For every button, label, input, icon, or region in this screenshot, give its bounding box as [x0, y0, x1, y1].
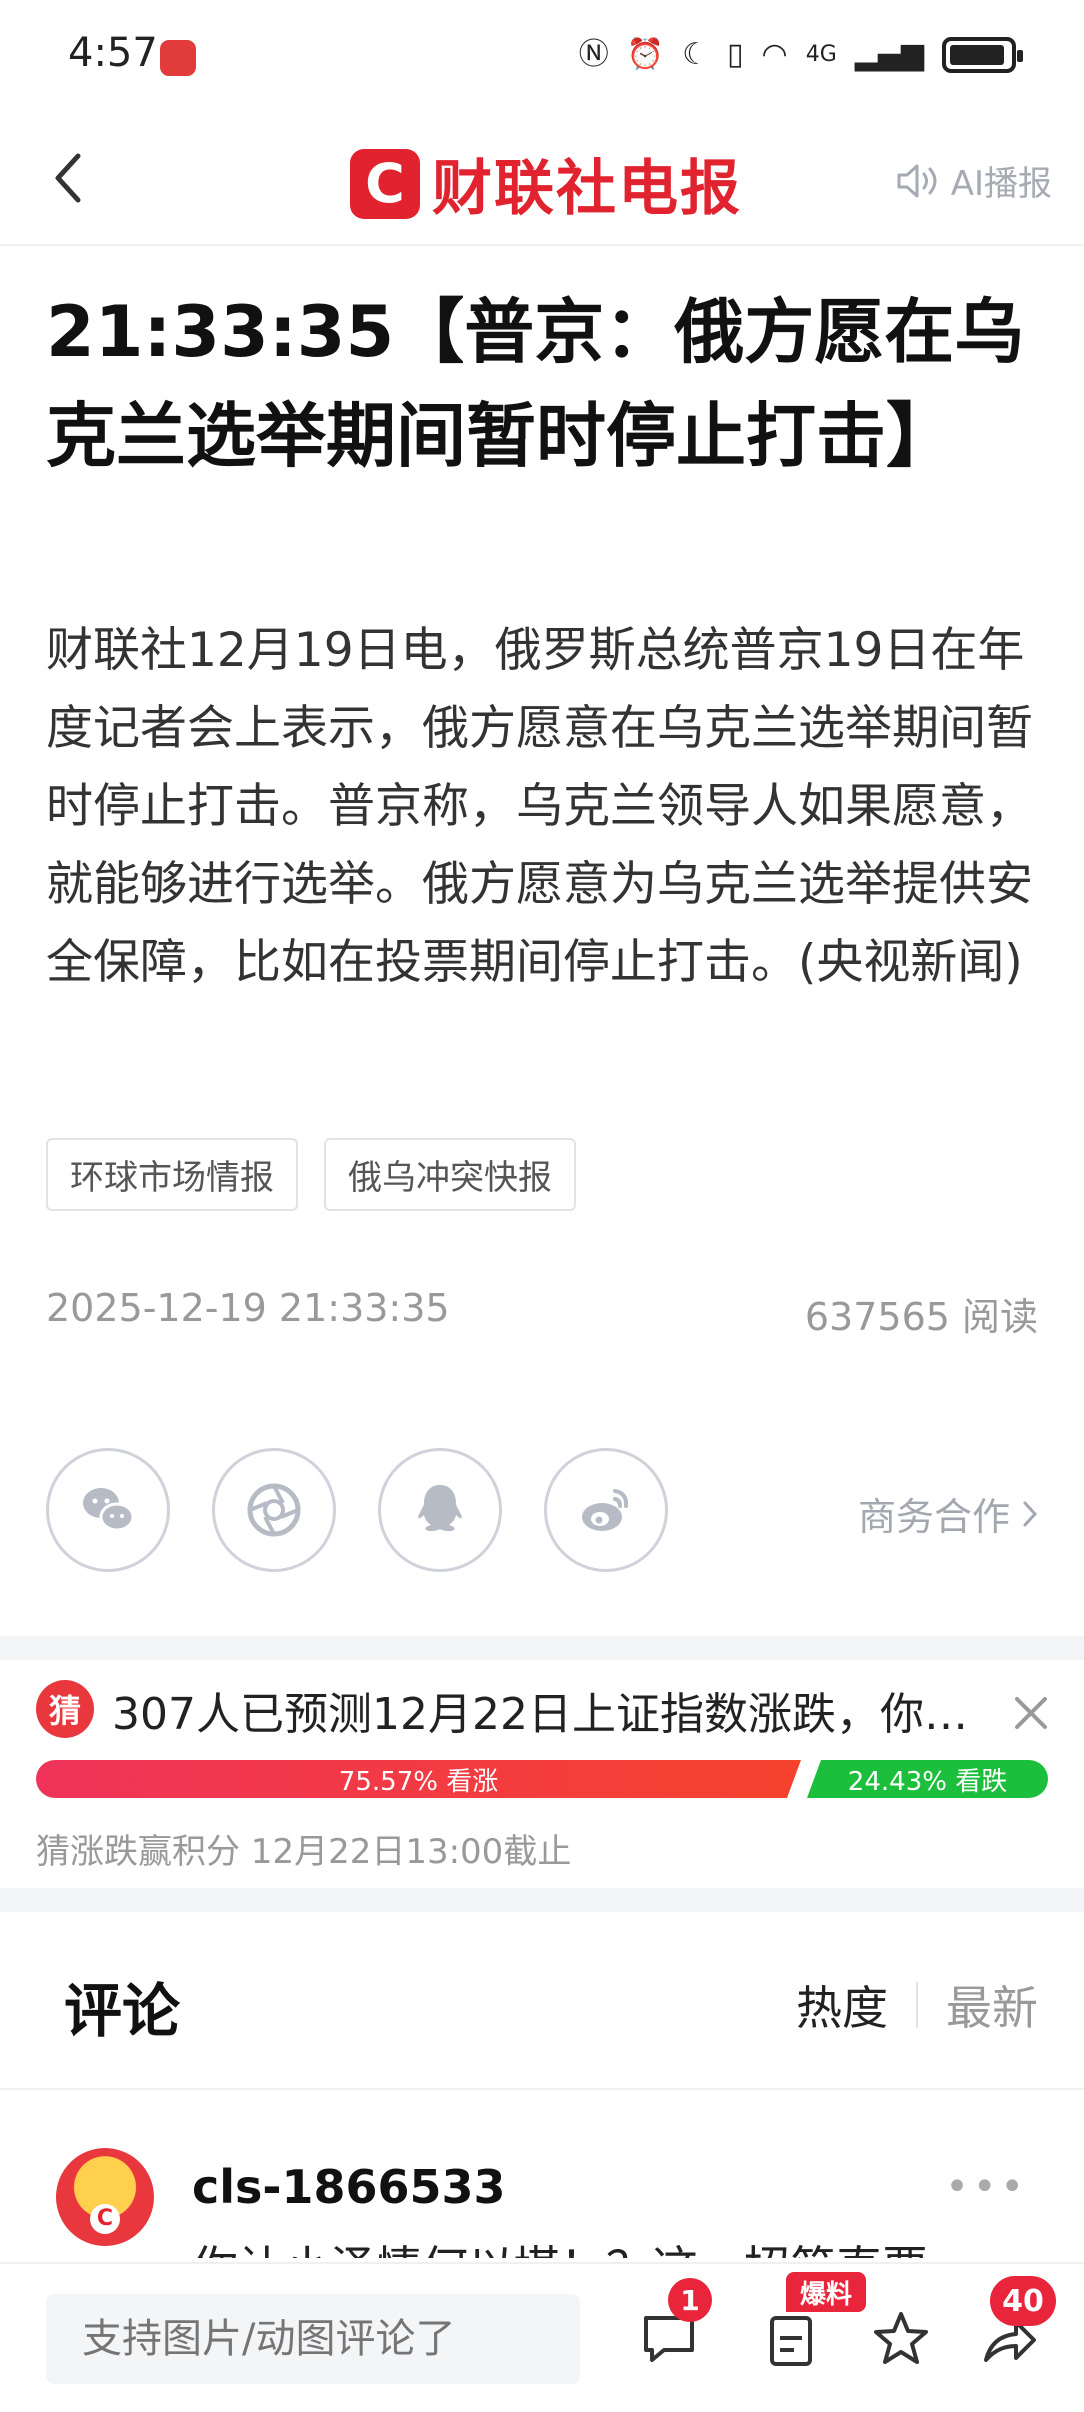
favorite-button[interactable]: [866, 2304, 936, 2374]
share-moments-button[interactable]: [212, 1448, 336, 1572]
ai-broadcast-label: AI播报: [950, 164, 1052, 204]
share-qq-button[interactable]: [378, 1448, 502, 1572]
header: C 财联社电报 AI播报: [0, 110, 1084, 246]
report-button[interactable]: 爆料: [758, 2272, 866, 2374]
article-body: 财联社12月19日电，俄罗斯总统普京19日在年度记者会上表示，俄方愿意在乌克兰选…: [46, 623, 1033, 990]
prediction-bar: 75.57% 看涨 24.43% 看跌: [36, 1760, 1048, 1798]
alarm-icon: ⏰: [626, 37, 665, 72]
brand-logo: C: [350, 148, 420, 219]
article-title: 21:33:35【普京：俄方愿在乌克兰选举期间暂时停止打击】: [46, 291, 1025, 477]
section-divider: [0, 1888, 1084, 1912]
comment-item: cls-1866533 ••• 你让小泽情何以堪！？这一招简直要: [0, 2108, 1084, 2258]
comment-count-badge: 1: [668, 2278, 712, 2322]
comments-header: 评论 热度 最新: [0, 1912, 1084, 2090]
bearish-bar[interactable]: 24.43% 看跌: [807, 1760, 1048, 1798]
vibrate-icon: ▯: [727, 37, 744, 72]
comment-username[interactable]: cls-1866533: [192, 2160, 506, 2214]
business-cooperation-label: 商务合作: [857, 1495, 1010, 1539]
avatar[interactable]: [56, 2148, 154, 2246]
share-row: [46, 1448, 668, 1572]
read-count: 637565 阅读: [804, 1295, 1038, 1339]
status-bar: 4:57 Ⓝ ⏰ ☾ ▯ ◠ 4G ▂▄▆: [0, 0, 1084, 110]
status-time: 4:57: [68, 30, 158, 76]
signal-icon: ▂▄▆: [854, 37, 924, 72]
network-type: 4G: [805, 42, 837, 67]
close-icon[interactable]: [1006, 1688, 1056, 1738]
comment-text: 你让小泽情何以堪！？这一招简直要: [192, 2232, 928, 2258]
wifi-icon: ◠: [761, 37, 788, 72]
more-options-icon[interactable]: •••: [945, 2164, 1028, 2210]
moon-icon: ☾: [682, 37, 710, 72]
document-icon: [770, 2316, 812, 2366]
publish-date: 2025-12-19 21:33:35: [46, 1286, 450, 1330]
back-button[interactable]: [36, 146, 100, 210]
nfc-icon: Ⓝ: [578, 37, 609, 72]
bottom-bar: 1 爆料 40: [0, 2262, 1084, 2412]
guess-badge: 猜: [36, 1680, 94, 1738]
bearish-label: 24.43% 看跌: [847, 1766, 1008, 1797]
prediction-card[interactable]: 猜 307人已预测12月22日上证指数涨跌，你… 75.57% 看涨 24.43…: [0, 1660, 1084, 1888]
prediction-text: 307人已预测12月22日上证指数涨跌，你…: [112, 1689, 968, 1740]
status-icons: Ⓝ ⏰ ☾ ▯ ◠ 4G ▂▄▆: [578, 30, 1023, 80]
sort-new-tab[interactable]: 最新: [946, 1972, 1038, 2038]
tag[interactable]: 环球市场情报: [46, 1138, 298, 1211]
share-weibo-button[interactable]: [544, 1448, 668, 1572]
tag-list: 环球市场情报 俄乌冲突快报: [46, 1138, 576, 1211]
sort-hot-tab[interactable]: 热度: [796, 1972, 888, 2038]
moments-icon: [247, 1483, 301, 1537]
bullish-bar[interactable]: 75.57% 看涨: [36, 1760, 801, 1798]
app-notification-icon: [160, 40, 196, 76]
star-icon: [874, 2312, 928, 2364]
bullish-label: 75.57% 看涨: [338, 1766, 499, 1797]
business-cooperation-link[interactable]: 商务合作: [858, 1486, 1038, 1541]
share-count-badge: 40: [990, 2276, 1056, 2326]
tag[interactable]: 俄乌冲突快报: [324, 1138, 576, 1211]
ai-broadcast-button[interactable]: AI播报: [895, 156, 1052, 205]
share-wechat-button[interactable]: [46, 1448, 170, 1572]
share-button[interactable]: 40: [974, 2276, 1056, 2374]
section-divider: [0, 1636, 1084, 1660]
wechat-icon: [83, 1488, 135, 1532]
comment-sort: 热度 最新: [796, 1972, 1038, 2038]
comment-button[interactable]: 1: [634, 2278, 712, 2374]
speaker-icon: [897, 164, 937, 197]
chevron-right-icon: [1023, 1501, 1038, 1526]
battery-icon: [942, 37, 1023, 73]
prediction-footer: 猜涨跌赢积分 12月22日13:00截止: [36, 1832, 572, 1872]
comments-title: 评论: [64, 1977, 181, 2045]
brand-name: 财联社电报: [432, 154, 742, 224]
qq-icon: [418, 1485, 462, 1532]
chevron-left-icon: [55, 153, 81, 203]
brand: C 财联社电报: [350, 140, 742, 227]
comment-input[interactable]: [46, 2294, 580, 2384]
sort-divider: [916, 1982, 918, 2028]
weibo-icon: [582, 1489, 629, 1531]
report-badge: 爆料: [786, 2272, 866, 2312]
